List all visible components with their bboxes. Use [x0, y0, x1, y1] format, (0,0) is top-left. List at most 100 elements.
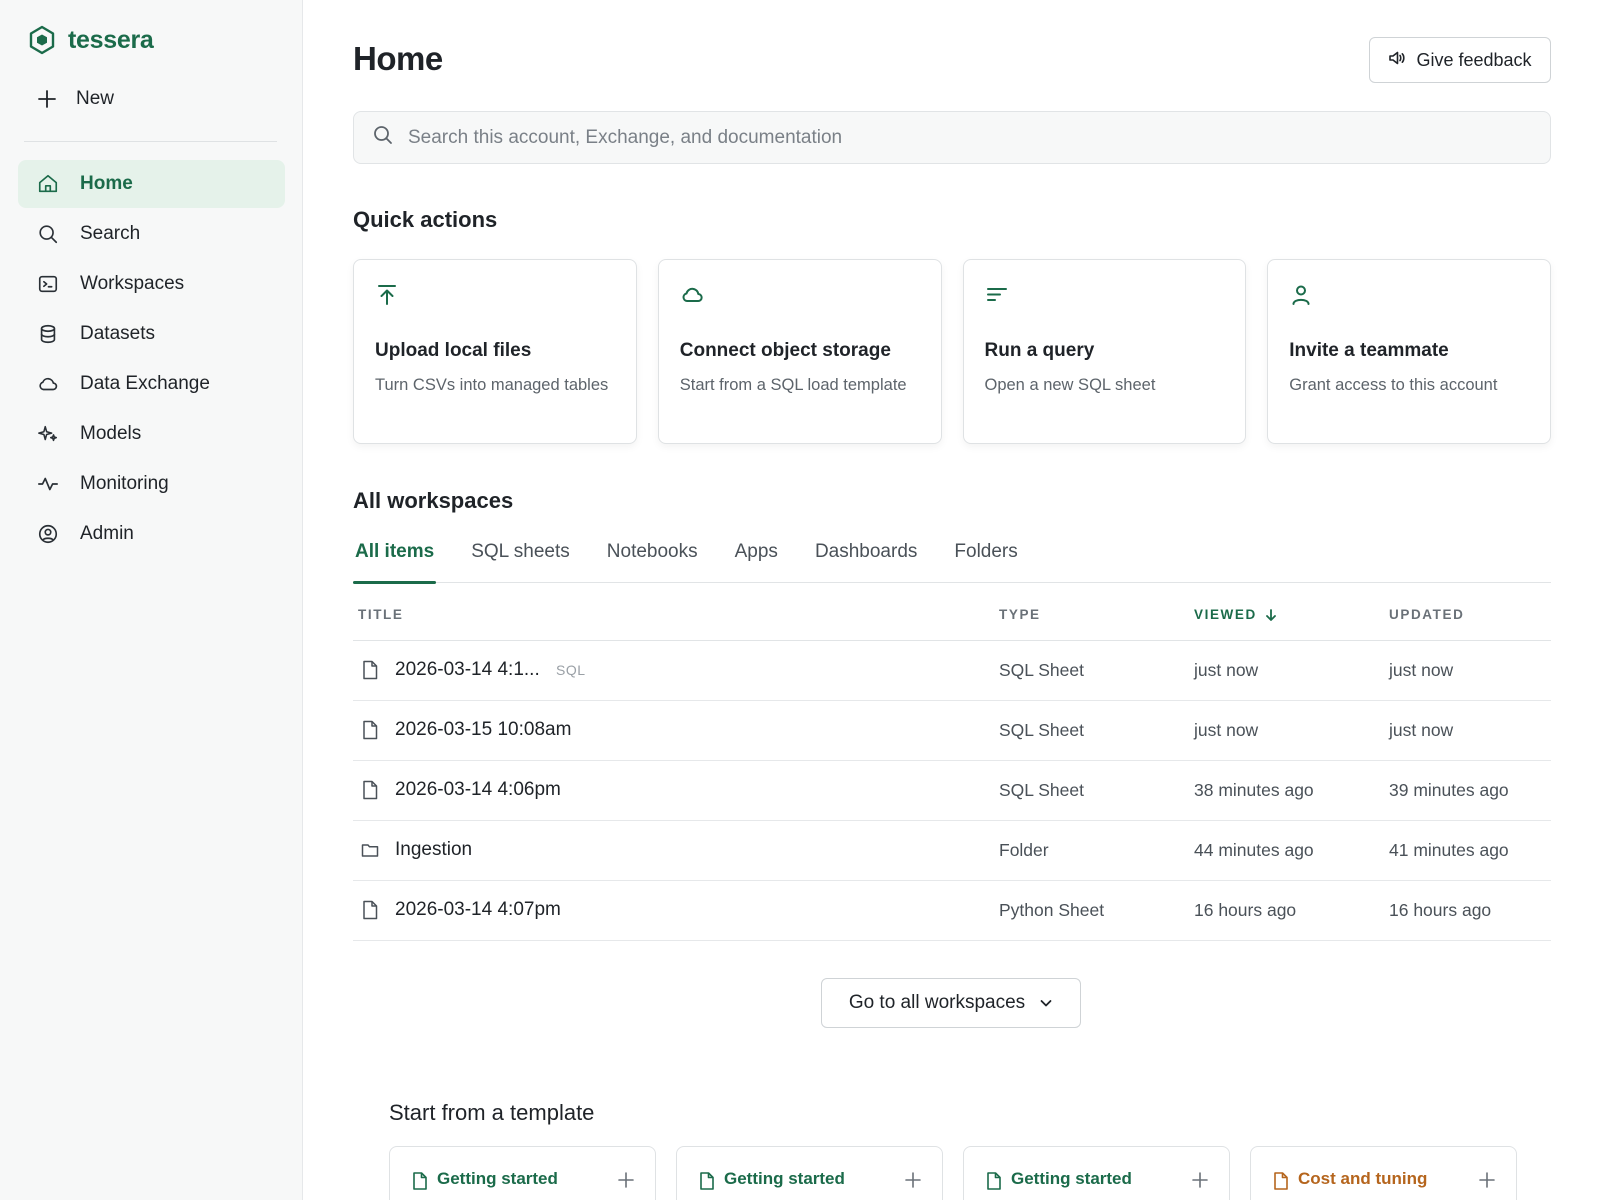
- plus-icon[interactable]: [617, 1171, 635, 1189]
- quick-action-title: Connect object storage: [679, 340, 891, 361]
- global-search[interactable]: [353, 111, 1551, 164]
- app-logo[interactable]: tessera: [28, 25, 154, 55]
- column-type[interactable]: TYPE: [999, 607, 1041, 622]
- row-type: SQL Sheet: [999, 720, 1084, 740]
- row-viewed: 44 minutes ago: [1194, 840, 1314, 860]
- go-to-all-workspaces-label: Go to all workspaces: [848, 992, 1026, 1013]
- plus-icon[interactable]: [1478, 1171, 1496, 1189]
- quick-action-desc: Open a new SQL sheet: [984, 376, 1156, 394]
- tab-sql-sheets[interactable]: SQL sheets: [469, 535, 572, 583]
- template-label: Getting started: [437, 1169, 558, 1188]
- row-title: 2026-03-14 4:06pm: [395, 779, 561, 800]
- sidebar-item-label: Datasets: [80, 323, 155, 344]
- sidebar-item-search[interactable]: Search: [18, 210, 285, 258]
- file-icon: [363, 720, 378, 740]
- table-header: TITLE TYPE VIEWED UPDATED: [353, 583, 1551, 641]
- tab-apps[interactable]: Apps: [733, 535, 780, 583]
- table-row[interactable]: Ingestion Folder 44 minutes ago 41 minut…: [353, 821, 1551, 881]
- sidebar-item-models[interactable]: Models: [18, 410, 285, 458]
- go-to-all-workspaces-button[interactable]: Go to all workspaces: [821, 978, 1081, 1028]
- quick-actions-heading: Quick actions: [353, 207, 498, 232]
- new-button-label: New: [76, 88, 115, 109]
- user-circle-icon: [36, 522, 60, 546]
- quick-action-connect-object-storage[interactable]: Connect object storage Start from a SQL …: [657, 259, 942, 444]
- give-feedback-button[interactable]: Give feedback: [1369, 37, 1551, 83]
- template-label: Cost and tuning: [1298, 1169, 1428, 1188]
- row-title: 2026-03-14 4:07pm: [395, 899, 561, 920]
- template-card[interactable]: Getting started: [963, 1146, 1230, 1200]
- workspace-tabs: All items SQL sheets Notebooks Apps Dash…: [353, 535, 1551, 584]
- cloud-icon: [36, 372, 60, 396]
- quick-action-run-a-query[interactable]: Run a query Open a new SQL sheet: [962, 259, 1247, 444]
- table-row[interactable]: 2026-03-14 4:06pm SQL Sheet 38 minutes a…: [353, 761, 1551, 821]
- sidebar-item-data-exchange[interactable]: Data Exchange: [18, 360, 285, 408]
- sidebar-item-label: Admin: [80, 523, 134, 544]
- sidebar: tessera New Home Search Workspaces Datas…: [0, 0, 303, 1200]
- sidebar-item-workspaces[interactable]: Workspaces: [18, 260, 285, 308]
- file-icon: [1274, 1172, 1288, 1190]
- sidebar-item-label: Workspaces: [80, 273, 185, 294]
- plus-icon[interactable]: [904, 1171, 922, 1189]
- file-icon: [363, 900, 378, 920]
- column-updated[interactable]: UPDATED: [1389, 607, 1464, 622]
- template-label: Getting started: [724, 1169, 845, 1188]
- tab-all-items[interactable]: All items: [353, 535, 437, 584]
- row-title: 2026-03-14 4:1...: [395, 659, 540, 680]
- quick-action-title: Upload local files: [375, 340, 532, 361]
- quick-action-upload-local-files[interactable]: Upload local files Turn CSVs into manage…: [353, 259, 637, 444]
- all-workspaces-heading: All workspaces: [353, 488, 514, 513]
- terminal-icon: [36, 272, 60, 296]
- cloud-icon: [682, 287, 703, 302]
- row-viewed: 16 hours ago: [1194, 900, 1297, 920]
- row-type: Folder: [999, 840, 1049, 860]
- templates-grid: Getting started Getting started Getting …: [389, 1146, 1517, 1200]
- quick-action-title: Run a query: [984, 340, 1095, 361]
- megaphone-icon: [1388, 49, 1406, 72]
- sidebar-item-admin[interactable]: Admin: [18, 510, 285, 558]
- arrow-down-icon: [1265, 608, 1276, 621]
- sidebar-item-label: Search: [80, 223, 141, 244]
- template-card[interactable]: Cost and tuning: [1250, 1146, 1517, 1200]
- folder-icon: [361, 844, 379, 857]
- search-icon: [36, 222, 60, 246]
- workspaces-table: TITLE TYPE VIEWED UPDATED 2026-03-14 4:1…: [353, 583, 1551, 941]
- file-icon: [363, 660, 378, 680]
- file-icon: [413, 1172, 427, 1190]
- row-type: Python Sheet: [999, 900, 1105, 920]
- table-row[interactable]: 2026-03-14 4:07pm Python Sheet 16 hours …: [353, 881, 1551, 941]
- tab-notebooks[interactable]: Notebooks: [605, 535, 700, 583]
- sidebar-item-label: Home: [80, 173, 133, 194]
- row-updated: just now: [1389, 660, 1454, 680]
- plus-icon: [36, 88, 58, 110]
- row-title: Ingestion: [395, 839, 473, 860]
- tab-dashboards[interactable]: Dashboards: [813, 535, 919, 583]
- sidebar-item-home[interactable]: Home: [18, 160, 285, 208]
- table-row[interactable]: 2026-03-15 10:08am SQL Sheet just now ju…: [353, 701, 1551, 761]
- give-feedback-label: Give feedback: [1416, 49, 1532, 70]
- page-title: Home: [353, 40, 443, 77]
- template-card[interactable]: Getting started: [676, 1146, 943, 1200]
- table-row[interactable]: 2026-03-14 4:1... SQL SQL Sheet just now…: [353, 641, 1551, 701]
- column-viewed[interactable]: VIEWED: [1194, 607, 1277, 622]
- file-icon: [700, 1172, 714, 1190]
- templates-heading: Start from a template: [389, 1100, 595, 1125]
- app-name: tessera: [68, 25, 154, 54]
- quick-action-desc: Grant access to this account: [1289, 376, 1498, 394]
- quick-action-invite-a-teammate[interactable]: Invite a teammate Grant access to this a…: [1267, 259, 1551, 444]
- sidebar-item-monitoring[interactable]: Monitoring: [18, 460, 285, 508]
- column-title[interactable]: TITLE: [358, 607, 404, 622]
- sidebar-divider: [24, 141, 277, 142]
- row-updated: just now: [1389, 720, 1454, 740]
- new-button[interactable]: New: [36, 88, 114, 110]
- template-card[interactable]: Getting started: [389, 1146, 656, 1200]
- column-viewed-label: VIEWED: [1194, 607, 1257, 622]
- row-viewed: just now: [1194, 660, 1259, 680]
- sidebar-item-label: Models: [80, 423, 142, 444]
- quick-actions-grid: Upload local files Turn CSVs into manage…: [353, 259, 1551, 444]
- row-type: SQL Sheet: [999, 660, 1084, 680]
- tab-folders[interactable]: Folders: [952, 535, 1019, 583]
- sidebar-item-datasets[interactable]: Datasets: [18, 310, 285, 358]
- row-viewed: 38 minutes ago: [1194, 780, 1314, 800]
- plus-icon[interactable]: [1191, 1171, 1209, 1189]
- search-input[interactable]: [408, 126, 1508, 149]
